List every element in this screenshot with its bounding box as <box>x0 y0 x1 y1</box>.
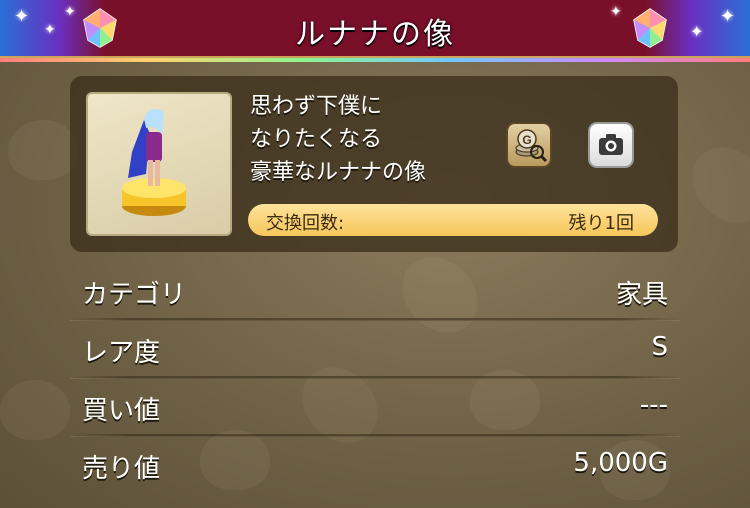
item-info-panel: 思わず下僕に なりたくなる 豪華なルナナの像 G 交換回数: 残り1回 <box>70 76 678 252</box>
gold-coin-search-icon: G <box>515 129 548 163</box>
rarity-label: レア度 <box>82 338 161 368</box>
category-value: 家具 <box>615 280 668 310</box>
item-detail-screen: ✦ ✦ ✦ ✦ ✦ ✦ ルナナの像 思わず下僕に なりたくなる 豪華なルナナの像… <box>0 0 750 508</box>
stat-row-rarity: レア度 S <box>70 320 680 378</box>
sell-price-label: 売り値 <box>82 454 161 484</box>
camera-button[interactable] <box>588 122 634 168</box>
rarity-value: S <box>651 332 668 362</box>
page-title: ルナナの像 <box>295 17 455 52</box>
item-thumbnail[interactable] <box>86 92 232 236</box>
stat-row-category: カテゴリ 家具 <box>70 262 680 320</box>
description-line: なりたくなる <box>250 127 383 152</box>
title-bar: ✦ ✦ ✦ ✦ ✦ ✦ ルナナの像 <box>0 0 750 62</box>
camera-icon <box>599 134 623 155</box>
statue-figure-icon <box>122 109 186 216</box>
stat-row-buy-price: 買い値 --- <box>70 378 680 436</box>
background-slime-motif <box>8 120 78 180</box>
background-leaf-motif <box>680 138 750 232</box>
svg-text:G: G <box>522 133 531 147</box>
exchange-count-pill: 交換回数: 残り1回 <box>248 204 658 236</box>
buy-price-value: --- <box>639 390 668 420</box>
exchange-count-label: 交換回数: <box>266 213 345 234</box>
shop-lookup-button[interactable]: G <box>506 122 552 168</box>
stat-row-sell-price: 売り値 5,000G <box>70 436 680 494</box>
item-description: 思わず下僕に なりたくなる 豪華なルナナの像 <box>250 90 510 189</box>
description-line: 豪華なルナナの像 <box>250 160 427 185</box>
exchange-count-value: 残り1回 <box>568 213 634 234</box>
background-slime-motif <box>0 380 70 440</box>
buy-price-label: 買い値 <box>82 396 161 426</box>
sell-price-value: 5,000G <box>573 448 668 478</box>
description-line: 思わず下僕に <box>250 94 383 119</box>
category-label: カテゴリ <box>82 280 187 310</box>
